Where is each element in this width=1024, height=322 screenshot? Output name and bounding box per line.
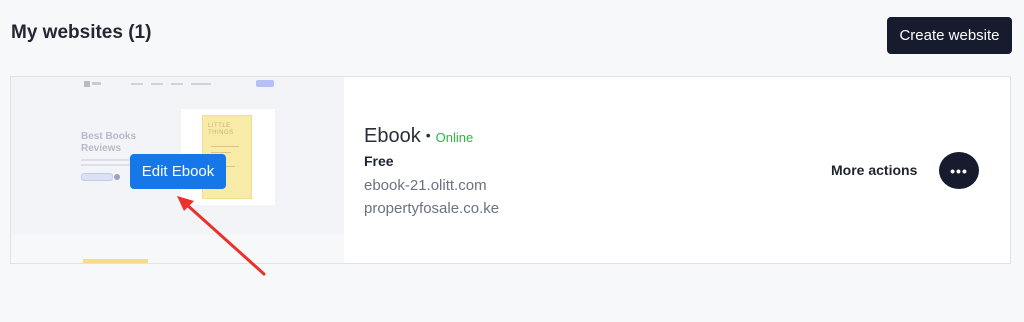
create-website-button[interactable]: Create website [887,17,1012,54]
plan-label: Free [364,153,394,169]
ellipsis-icon: ••• [950,162,968,179]
preview-book-line [211,152,231,153]
title-separator: • [425,127,431,143]
preview-input [81,173,113,181]
website-title-row: Ebook • Online [364,125,473,148]
preview-strip [11,235,344,263]
status-badge: Online [435,130,474,145]
more-actions-label: More actions [831,162,918,178]
website-preview-thumbnail[interactable]: Best Books Reviews LITTLE THINGS Edit Eb… [11,77,344,235]
preview-dot [114,174,120,180]
preview-nav-item [191,83,211,85]
website-card: Best Books Reviews LITTLE THINGS Edit Eb… [10,76,1011,264]
preview-nav-item [131,83,143,85]
subdomain-link[interactable]: ebook-21.olitt.com [364,177,487,194]
preview-book-line [211,146,239,147]
edit-website-button[interactable]: Edit Ebook [130,154,226,189]
more-actions-button[interactable]: ••• [939,152,979,189]
preview-cta [256,80,274,87]
preview-logo [84,81,90,87]
preview-book-title: LITTLE THINGS [208,123,234,136]
preview-text-line [81,164,135,166]
preview-nav-item [151,83,163,85]
website-name: Ebook [364,125,421,147]
preview-logo-text [92,82,101,85]
preview-heading: Best Books Reviews [81,131,137,154]
preview-nav-item [171,83,183,85]
custom-domain-link[interactable]: propertyfosale.co.ke [364,200,499,217]
page-title: My websites (1) [11,22,152,43]
preview-strip-bar [83,259,148,263]
